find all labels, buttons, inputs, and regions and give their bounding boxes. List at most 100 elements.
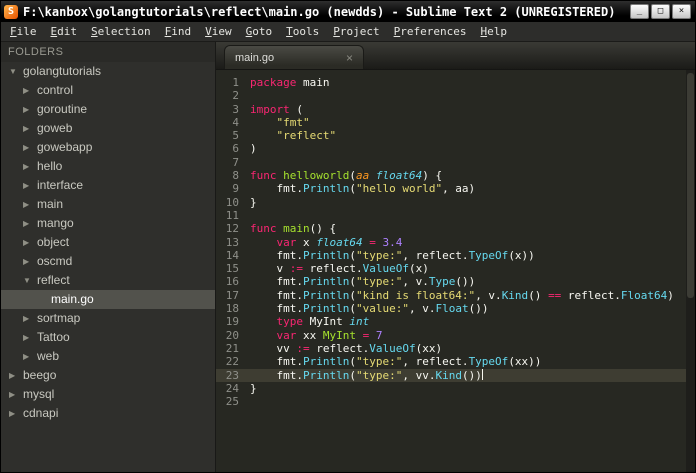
chevron-right-icon[interactable]: ▶ bbox=[9, 385, 20, 404]
chevron-right-icon[interactable]: ▶ bbox=[23, 138, 34, 157]
folder-item-gowebapp[interactable]: ▶ gowebapp bbox=[1, 138, 215, 157]
folder-item-golangtutorials[interactable]: ▼ golangtutorials bbox=[1, 62, 215, 81]
minimize-button[interactable]: _ bbox=[630, 4, 649, 19]
line-number: 22 bbox=[225, 355, 239, 369]
code-line-22[interactable]: 22 fmt.Println("type:", reflect.TypeOf(x… bbox=[216, 355, 695, 368]
chevron-right-icon[interactable]: ▶ bbox=[23, 195, 34, 214]
code-text: } bbox=[250, 381, 257, 395]
line-number: 6 bbox=[232, 142, 239, 156]
code-line-9[interactable]: 9 fmt.Println("hello world", aa) bbox=[216, 182, 695, 195]
code-text: vv := reflect.ValueOf(xx) bbox=[250, 341, 443, 355]
code-line-16[interactable]: 16 fmt.Println("type:", v.Type()) bbox=[216, 275, 695, 288]
chevron-right-icon[interactable]: ▶ bbox=[9, 404, 20, 423]
code-line-20[interactable]: 20 var xx MyInt = 7 bbox=[216, 329, 695, 342]
code-line-25[interactable]: 25 bbox=[216, 395, 695, 408]
folder-item-object[interactable]: ▶ object bbox=[1, 233, 215, 252]
folder-item-oscmd[interactable]: ▶ oscmd bbox=[1, 252, 215, 271]
line-number: 9 bbox=[232, 182, 239, 196]
folder-item-mysql[interactable]: ▶ mysql bbox=[1, 385, 215, 404]
chevron-right-icon[interactable]: ▶ bbox=[23, 119, 34, 138]
folder-item-goweb[interactable]: ▶ goweb bbox=[1, 119, 215, 138]
code-area[interactable]: 1 package main 2 3 import (4 "fmt" 5 "reflect… bbox=[216, 70, 695, 472]
folder-item-cdnapi[interactable]: ▶ cdnapi bbox=[1, 404, 215, 423]
code-line-8[interactable]: 8 func helloworld(aa float64) { bbox=[216, 169, 695, 182]
maximize-button[interactable]: □ bbox=[651, 4, 670, 19]
chevron-down-icon[interactable]: ▼ bbox=[9, 62, 20, 81]
folder-item-mango[interactable]: ▶ mango bbox=[1, 214, 215, 233]
code-line-6[interactable]: 6) bbox=[216, 142, 695, 155]
chevron-right-icon[interactable]: ▶ bbox=[23, 81, 34, 100]
chevron-right-icon[interactable]: ▶ bbox=[23, 100, 34, 119]
chevron-right-icon[interactable]: ▶ bbox=[23, 309, 34, 328]
chevron-right-icon[interactable]: ▶ bbox=[23, 157, 34, 176]
code-text: package main bbox=[250, 76, 330, 89]
menu-help[interactable]: Help bbox=[473, 22, 514, 41]
file-item-main.go[interactable]: main.go bbox=[1, 290, 215, 309]
code-line-1[interactable]: 1 package main bbox=[216, 76, 695, 89]
code-line-17[interactable]: 17 fmt.Println("kind is float64:", v.Kin… bbox=[216, 289, 695, 302]
code-line-12[interactable]: 12 func main() { bbox=[216, 222, 695, 235]
chevron-right-icon[interactable]: ▶ bbox=[23, 347, 34, 366]
chevron-right-icon[interactable]: ▶ bbox=[23, 233, 34, 252]
chevron-right-icon[interactable]: ▶ bbox=[23, 176, 34, 195]
folder-item-reflect[interactable]: ▼ reflect bbox=[1, 271, 215, 290]
code-line-18[interactable]: 18 fmt.Println("value:", v.Float()) bbox=[216, 302, 695, 315]
chevron-down-icon[interactable]: ▼ bbox=[23, 271, 34, 290]
chevron-right-icon[interactable]: ▶ bbox=[9, 366, 20, 385]
folder-item-main[interactable]: ▶ main bbox=[1, 195, 215, 214]
tab-main.go[interactable]: main.go × bbox=[224, 45, 364, 69]
title-bar[interactable]: S F:\kanbox\golangtutorials\reflect\main… bbox=[1, 1, 695, 22]
line-number: 23 bbox=[225, 368, 239, 382]
menu-edit[interactable]: Edit bbox=[44, 22, 85, 41]
menu-file[interactable]: File bbox=[3, 22, 44, 41]
folder-item-beego[interactable]: ▶ beego bbox=[1, 366, 215, 385]
code-line-5[interactable]: 5 "reflect" bbox=[216, 129, 695, 142]
tab-label: main.go bbox=[235, 51, 275, 64]
menu-selection[interactable]: Selection bbox=[84, 22, 158, 41]
app-icon[interactable]: S bbox=[4, 4, 18, 19]
menu-goto[interactable]: Goto bbox=[239, 22, 280, 41]
folder-item-control[interactable]: ▶ control bbox=[1, 81, 215, 100]
menu-project[interactable]: Project bbox=[326, 22, 386, 41]
folder-item-web[interactable]: ▶ web bbox=[1, 347, 215, 366]
tree-item-label: sortmap bbox=[37, 311, 81, 325]
code-line-19[interactable]: 19 type MyInt int bbox=[216, 315, 695, 328]
editor-scrollbar[interactable] bbox=[686, 70, 695, 472]
window-controls: _ □ × bbox=[630, 4, 692, 19]
code-line-21[interactable]: 21 vv := reflect.ValueOf(xx) bbox=[216, 342, 695, 355]
folder-tree: ▼ golangtutorials ▶ control ▶ goroutine ▶ goweb… bbox=[1, 62, 215, 423]
tab-close-icon[interactable]: × bbox=[320, 52, 353, 64]
sublime-window: S F:\kanbox\golangtutorials\reflect\main… bbox=[0, 0, 696, 473]
code-line-10[interactable]: 10} bbox=[216, 196, 695, 209]
scrollbar-thumb[interactable] bbox=[687, 73, 694, 299]
menu-find[interactable]: Find bbox=[158, 22, 199, 41]
code-text: v := reflect.ValueOf(x) bbox=[250, 262, 429, 276]
code-line-14[interactable]: 14 fmt.Println("type:", reflect.TypeOf(x… bbox=[216, 249, 695, 262]
code-line-23[interactable]: 23 fmt.Println("type:", vv.Kind()) bbox=[216, 368, 695, 382]
folder-item-hello[interactable]: ▶ hello bbox=[1, 157, 215, 176]
code-line-2[interactable]: 2 bbox=[216, 89, 695, 102]
menu-view[interactable]: View bbox=[198, 22, 239, 41]
code-line-4[interactable]: 4 "fmt" bbox=[216, 116, 695, 129]
code-line-13[interactable]: 13 var x float64 = 3.4 bbox=[216, 236, 695, 249]
chevron-right-icon[interactable]: ▶ bbox=[23, 214, 34, 233]
folder-item-sortmap[interactable]: ▶ sortmap bbox=[1, 309, 215, 328]
code-line-11[interactable]: 11 bbox=[216, 209, 695, 222]
chevron-right-icon[interactable]: ▶ bbox=[23, 252, 34, 271]
folder-item-tattoo[interactable]: ▶ Tattoo bbox=[1, 328, 215, 347]
code-line-7[interactable]: 7 bbox=[216, 156, 695, 169]
code-line-3[interactable]: 3 import ( bbox=[216, 103, 695, 116]
menu-preferences[interactable]: Preferences bbox=[387, 22, 474, 41]
folder-item-interface[interactable]: ▶ interface bbox=[1, 176, 215, 195]
code-line-15[interactable]: 15 v := reflect.ValueOf(x) bbox=[216, 262, 695, 275]
line-number: 24 bbox=[225, 381, 239, 395]
tree-item-label: goweb bbox=[37, 121, 73, 135]
menu-tools[interactable]: Tools bbox=[279, 22, 326, 41]
tree-item-label: Tattoo bbox=[37, 330, 70, 344]
code-line-24[interactable]: 24} bbox=[216, 382, 695, 395]
line-number: 25 bbox=[225, 395, 239, 409]
close-button[interactable]: × bbox=[672, 4, 691, 19]
chevron-right-icon[interactable]: ▶ bbox=[23, 328, 34, 347]
folder-item-goroutine[interactable]: ▶ goroutine bbox=[1, 100, 215, 119]
